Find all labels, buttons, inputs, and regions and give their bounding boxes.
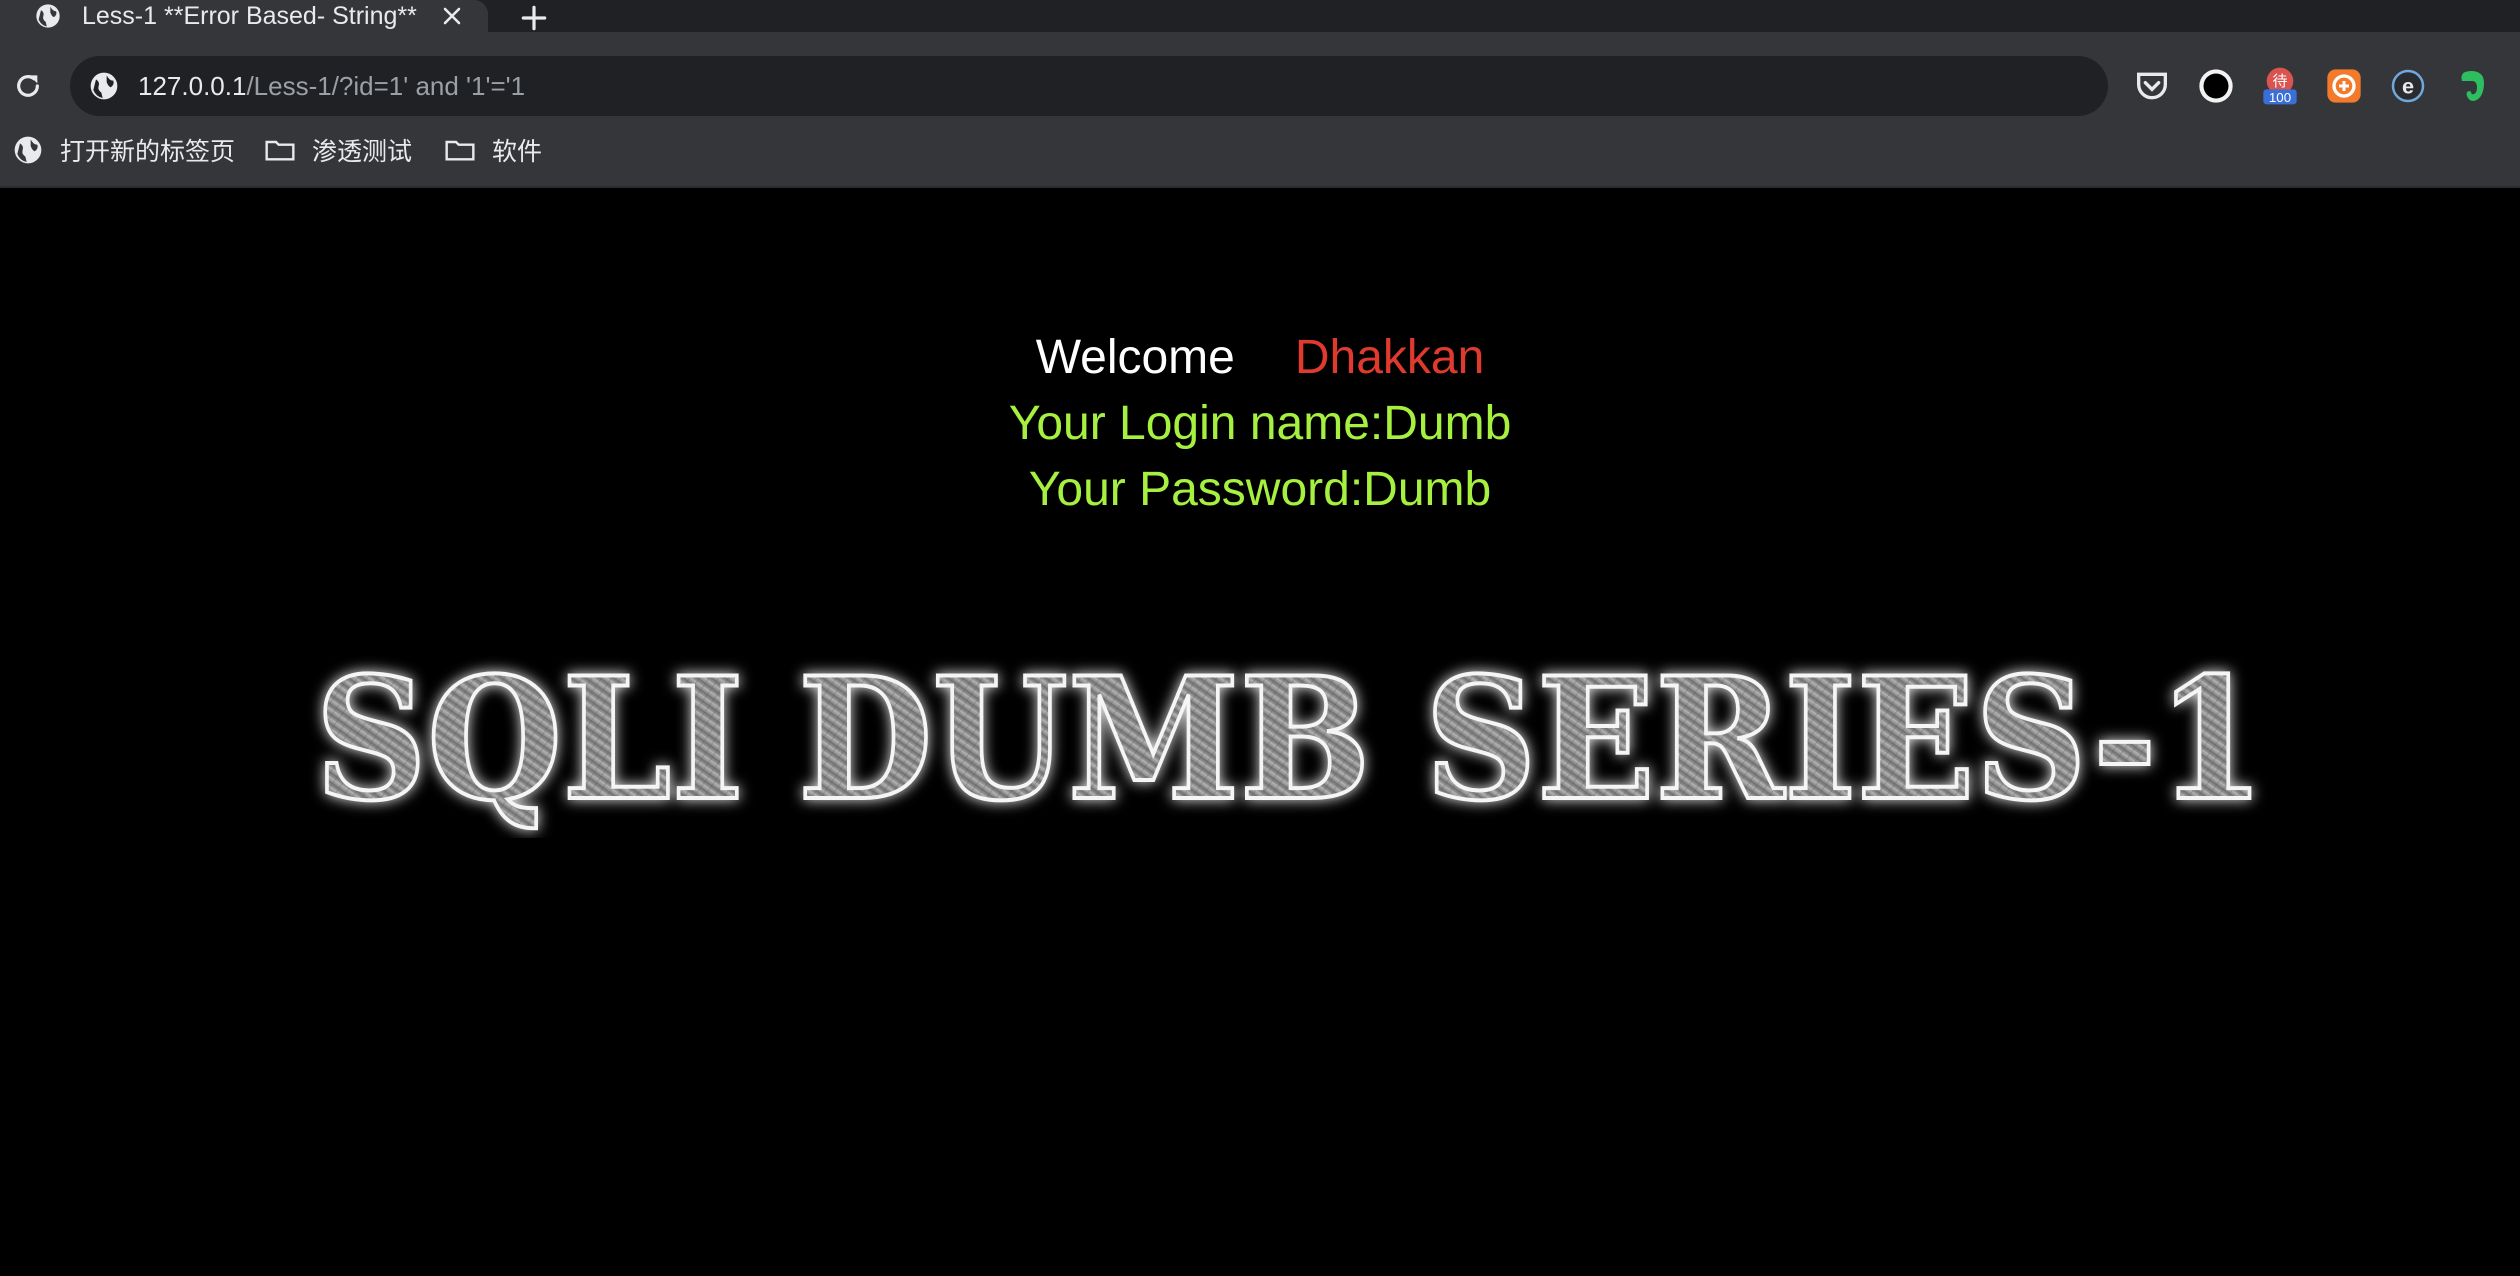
page-content: Welcome Dhakkan Your Login name:Dumb Your… — [0, 188, 2520, 1276]
bookmark-folder-pentest[interactable]: 渗透测试 — [264, 130, 412, 170]
svg-text:待: 待 — [2272, 73, 2287, 90]
welcome-name: Dhakkan — [1294, 331, 1485, 384]
todo-badge-count: 100 — [2269, 90, 2291, 105]
orange-extension-icon[interactable] — [2324, 66, 2364, 106]
ie-extension-icon[interactable]: e — [2388, 66, 2428, 106]
bookmark-folder-software[interactable]: 软件 — [444, 130, 542, 170]
todo-badge-icon[interactable]: 待 100 — [2260, 66, 2300, 106]
svg-text:e: e — [2402, 74, 2414, 99]
password-line: Your Password:Dumb — [1028, 463, 1492, 516]
pocket-icon[interactable] — [2132, 66, 2172, 106]
url-path: /Less-1/?id=1' and '1'='1 — [246, 71, 526, 101]
new-tab-plus-icon[interactable] — [518, 2, 550, 34]
tab-strip: Less-1 **Error Based- String** — [0, 0, 2520, 32]
globe-icon — [90, 72, 118, 100]
close-icon[interactable] — [440, 4, 464, 28]
sqli-dumb-series-banner: SQLI DUMB SERIES-1 — [313, 648, 2267, 838]
tab-active[interactable]: Less-1 **Error Based- String** — [0, 0, 488, 32]
tab-title: Less-1 **Error Based- String** — [82, 2, 417, 30]
record-icon[interactable] — [2196, 66, 2236, 106]
bookmark-new-tab[interactable]: 打开新的标签页 — [12, 130, 235, 170]
banner-text: SQLI DUMB SERIES-1 — [315, 648, 2265, 838]
bookmark-label: 软件 — [492, 138, 543, 166]
url-host: 127.0.0.1 — [138, 71, 247, 101]
reload-icon[interactable] — [12, 70, 44, 102]
bookmark-label: 渗透测试 — [312, 138, 413, 166]
folder-icon — [445, 140, 475, 161]
welcome-text: Welcome — [1035, 331, 1235, 384]
welcome-line: Welcome Dhakkan — [0, 328, 2520, 388]
login-name-line: Your Login name:Dumb — [1008, 397, 1512, 450]
address-bar[interactable]: 127.0.0.1/Less-1/?id=1' and '1'='1 — [70, 56, 2108, 116]
bookmark-label: 打开新的标签页 — [60, 138, 236, 166]
url-text[interactable]: 127.0.0.1/Less-1/?id=1' and '1'='1 — [138, 56, 525, 116]
folder-icon — [265, 140, 295, 161]
globe-icon — [14, 136, 42, 164]
evernote-icon[interactable] — [2452, 66, 2492, 106]
globe-icon — [36, 4, 60, 28]
